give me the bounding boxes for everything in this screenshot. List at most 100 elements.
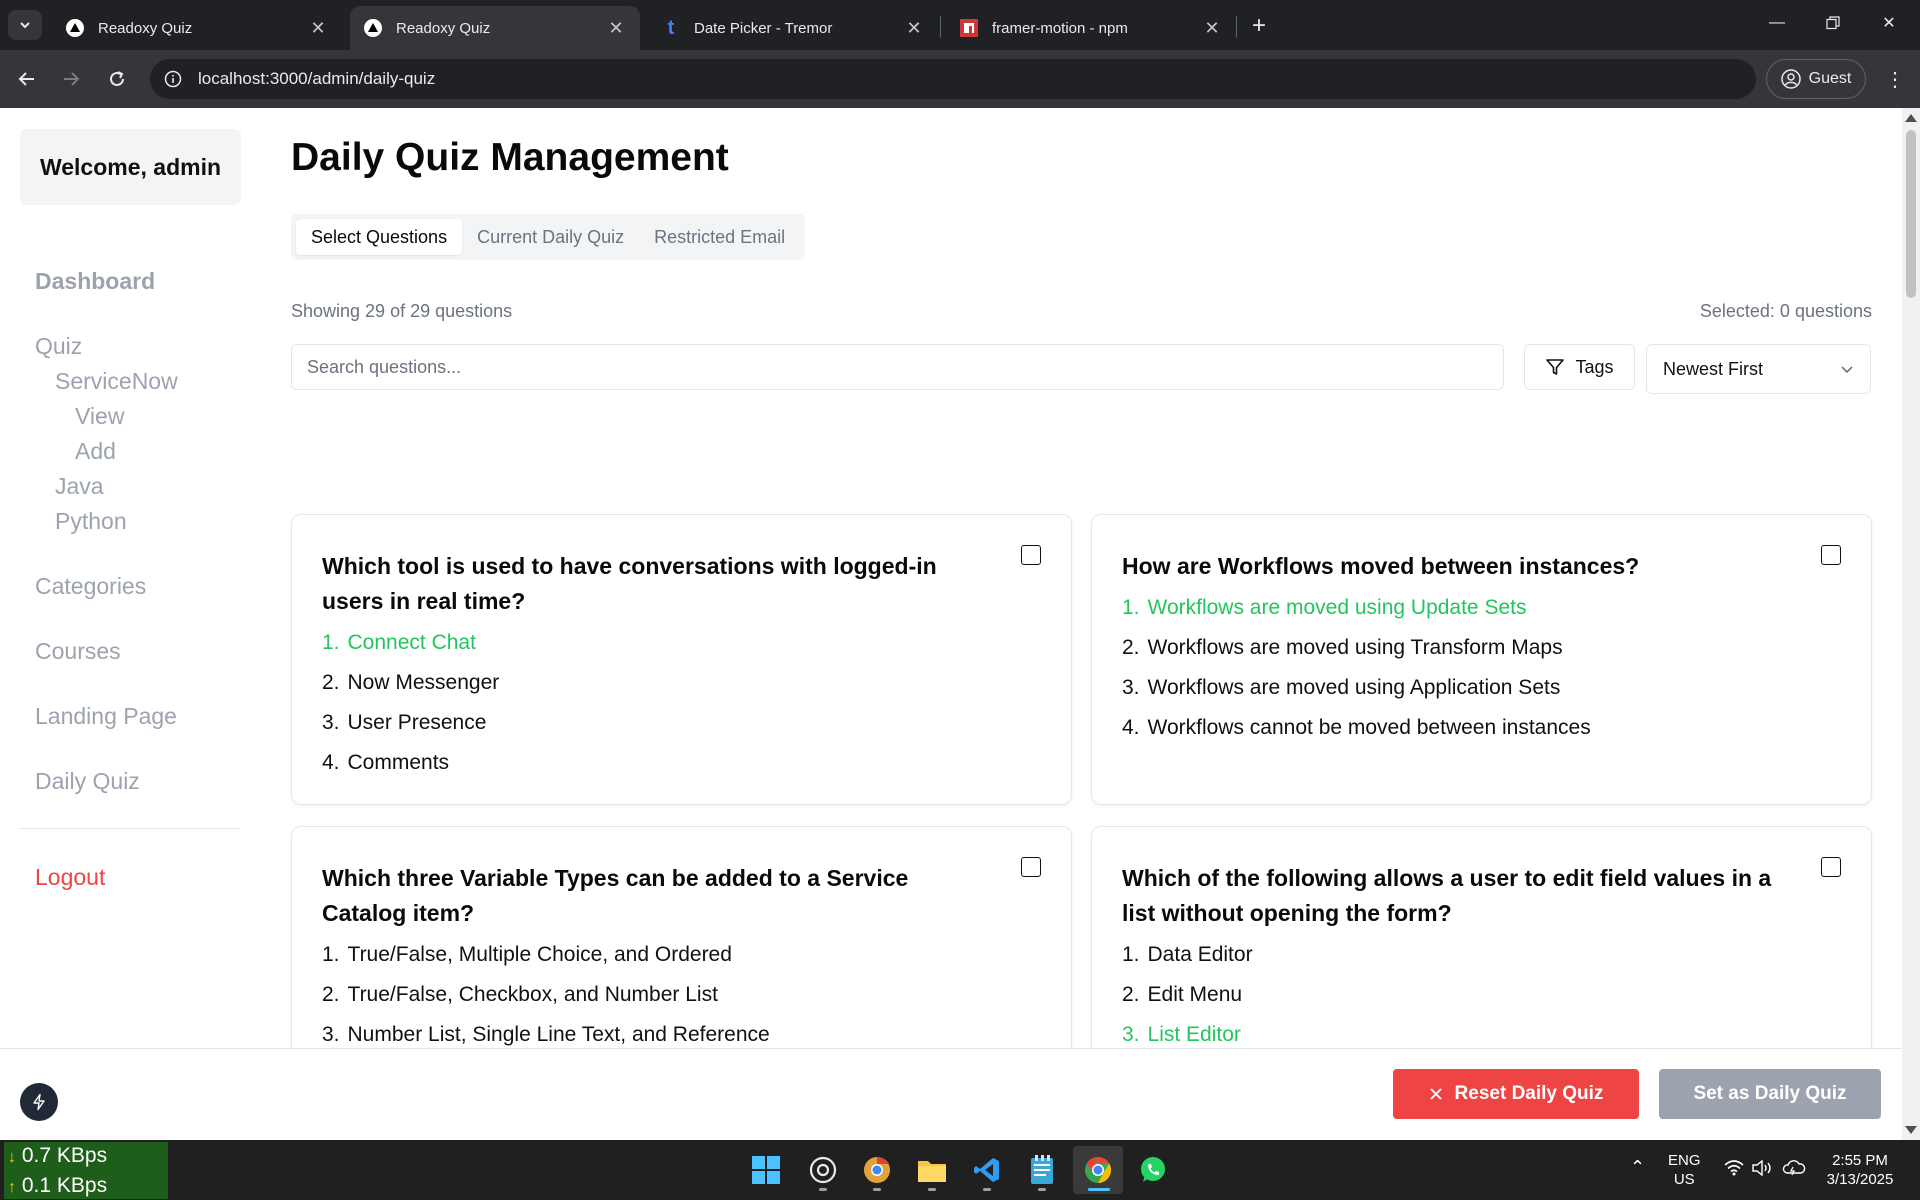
browser-toolbar: localhost:3000/admin/daily-quiz Guest ⋮ xyxy=(0,50,1920,108)
restore-icon[interactable] xyxy=(1810,8,1856,38)
question-text: Which tool is used to have conversations… xyxy=(322,553,937,614)
sidebar-item-dashboard[interactable]: Dashboard xyxy=(35,268,155,295)
option: 1. True/False, Multiple Choice, and Order… xyxy=(322,943,732,966)
option: 2. Now Messenger xyxy=(322,671,500,694)
sidebar-item-python[interactable]: Python xyxy=(55,508,127,535)
welcome-banner: Welcome, admin xyxy=(20,129,241,205)
browser-tab-3[interactable]: t Date Picker - Tremor ✕ xyxy=(648,6,938,50)
notepad-icon[interactable] xyxy=(1024,1152,1060,1188)
sidebar-item-landing-page[interactable]: Landing Page xyxy=(35,703,177,730)
battery-cloud-icon[interactable] xyxy=(1782,1159,1806,1182)
chrome-canary-icon[interactable] xyxy=(859,1152,895,1188)
chatgpt-icon[interactable] xyxy=(805,1152,841,1188)
question-text: Which of the following allows a user to … xyxy=(1122,865,1772,926)
tab-restricted-email[interactable]: Restricted Email xyxy=(639,219,800,255)
download-arrow-icon: ↓ xyxy=(8,1149,16,1166)
url-text: localhost:3000/admin/daily-quiz xyxy=(198,69,436,88)
show-hidden-icons-chevron-up-icon[interactable]: ⌃ xyxy=(1630,1158,1645,1177)
action-bar: Reset Daily Quiz Set as Daily Quiz xyxy=(0,1048,1902,1140)
option-correct: 1. Connect Chat xyxy=(322,631,476,654)
select-question-checkbox[interactable] xyxy=(1021,545,1041,565)
option: 2. Workflows are moved using Transform Ma… xyxy=(1122,636,1563,659)
running-indicator xyxy=(1038,1188,1046,1191)
question-text: Which three Variable Types can be added … xyxy=(322,865,909,926)
chrome-icon[interactable] xyxy=(1080,1152,1116,1188)
option-correct: 1. Workflows are moved using Update Sets xyxy=(1122,596,1527,619)
profile-button[interactable]: Guest xyxy=(1766,59,1866,99)
back-arrow-icon[interactable] xyxy=(12,64,42,94)
browser-tab-4[interactable]: framer-motion - npm ✕ xyxy=(946,6,1236,50)
sidebar-item-add[interactable]: Add xyxy=(75,438,116,465)
reset-daily-quiz-button[interactable]: Reset Daily Quiz xyxy=(1393,1069,1639,1119)
select-question-checkbox[interactable] xyxy=(1821,857,1841,877)
scroll-up-arrow-icon[interactable] xyxy=(1905,114,1917,122)
tab-title: framer-motion - npm xyxy=(992,19,1128,37)
lightning-bolt-icon[interactable] xyxy=(20,1083,58,1121)
tab-search-button[interactable] xyxy=(8,10,42,40)
options-list: 1. True/False, Multiple Choice, and Order… xyxy=(322,935,1041,1055)
option: 2. Edit Menu xyxy=(1122,983,1243,1006)
sidebar-item-servicenow[interactable]: ServiceNow xyxy=(55,368,178,395)
sidebar-item-view[interactable]: View xyxy=(75,403,124,430)
set-daily-quiz-button[interactable]: Set as Daily Quiz xyxy=(1659,1069,1881,1119)
sidebar-item-java[interactable]: Java xyxy=(55,473,104,500)
close-tab-icon[interactable]: ✕ xyxy=(308,18,328,38)
logout-link[interactable]: Logout xyxy=(35,864,105,891)
search-input[interactable] xyxy=(291,344,1504,390)
browser-tab-2[interactable]: Readoxy Quiz ✕ xyxy=(350,6,640,50)
sidebar-item-categories[interactable]: Categories xyxy=(35,573,146,600)
sidebar-item-courses[interactable]: Courses xyxy=(35,638,121,665)
question-text: How are Workflows moved between instance… xyxy=(1122,553,1640,579)
minimize-icon[interactable]: — xyxy=(1754,8,1800,38)
profile-icon xyxy=(1780,69,1801,89)
close-tab-icon[interactable]: ✕ xyxy=(1202,18,1222,38)
new-tab-button[interactable]: + xyxy=(1245,12,1273,40)
question-card[interactable]: How are Workflows moved between instance… xyxy=(1091,514,1872,805)
file-explorer-icon[interactable] xyxy=(914,1152,950,1188)
tags-label: Tags xyxy=(1575,356,1614,377)
sort-select[interactable]: Newest First xyxy=(1646,344,1871,394)
tags-filter-button[interactable]: Tags xyxy=(1524,344,1635,390)
site-info-icon[interactable] xyxy=(162,68,184,90)
tab-separator xyxy=(940,16,941,38)
scroll-down-arrow-icon[interactable] xyxy=(1905,1126,1917,1134)
sidebar-item-daily-quiz[interactable]: Daily Quiz xyxy=(35,768,140,795)
clock[interactable]: 2:55 PM 3/13/2025 xyxy=(1820,1151,1900,1189)
close-tab-icon[interactable]: ✕ xyxy=(904,18,924,38)
close-icon xyxy=(1429,1088,1442,1100)
windows-start-icon[interactable] xyxy=(748,1152,784,1188)
page-scrollbar[interactable] xyxy=(1902,108,1920,1140)
option: 1. Data Editor xyxy=(1122,943,1253,966)
address-bar[interactable]: localhost:3000/admin/daily-quiz xyxy=(150,59,1756,99)
whatsapp-icon[interactable] xyxy=(1135,1152,1171,1188)
option: 2. True/False, Checkbox, and Number List xyxy=(322,983,718,1006)
reload-icon[interactable] xyxy=(102,64,132,94)
net-down-text: 0.7 KBps xyxy=(21,1144,108,1167)
wifi-icon[interactable] xyxy=(1724,1160,1744,1181)
close-tab-icon[interactable]: ✕ xyxy=(606,18,626,38)
more-options-icon[interactable]: ⋮ xyxy=(1880,64,1910,94)
sidebar-item-quiz[interactable]: Quiz xyxy=(35,333,82,360)
options-list: 1. Connect Chat 2. Now Messenger 3. User Pr… xyxy=(322,623,1041,783)
tab-select-questions[interactable]: Select Questions xyxy=(296,219,463,255)
language-indicator[interactable]: ENG US xyxy=(1668,1151,1701,1189)
select-question-checkbox[interactable] xyxy=(1021,857,1041,877)
chevron-down-icon xyxy=(1841,366,1853,374)
select-question-checkbox[interactable] xyxy=(1821,545,1841,565)
question-card[interactable]: Which tool is used to have conversations… xyxy=(291,514,1072,805)
volume-icon[interactable] xyxy=(1752,1159,1774,1181)
close-window-icon[interactable]: ✕ xyxy=(1866,8,1912,38)
upload-arrow-icon: ↑ xyxy=(8,1179,16,1196)
question-count-text: Showing 29 of 29 questions xyxy=(291,301,513,321)
browser-tab-1[interactable]: Readoxy Quiz ✕ xyxy=(52,6,342,50)
active-indicator xyxy=(1088,1188,1110,1191)
scrollbar-thumb[interactable] xyxy=(1906,130,1916,298)
running-indicator xyxy=(873,1188,881,1191)
tab-current-daily-quiz[interactable]: Current Daily Quiz xyxy=(462,219,639,255)
sidebar-divider xyxy=(20,828,241,829)
quiz-tabs: Select Questions Current Daily Quiz Rest… xyxy=(291,214,806,260)
selected-count-text: Selected: 0 questions xyxy=(1699,301,1872,321)
browser-tab-strip: Readoxy Quiz ✕ Readoxy Quiz ✕ t Date Pic… xyxy=(0,0,1920,50)
vscode-icon[interactable] xyxy=(969,1152,1005,1188)
forward-arrow-icon[interactable] xyxy=(56,64,86,94)
